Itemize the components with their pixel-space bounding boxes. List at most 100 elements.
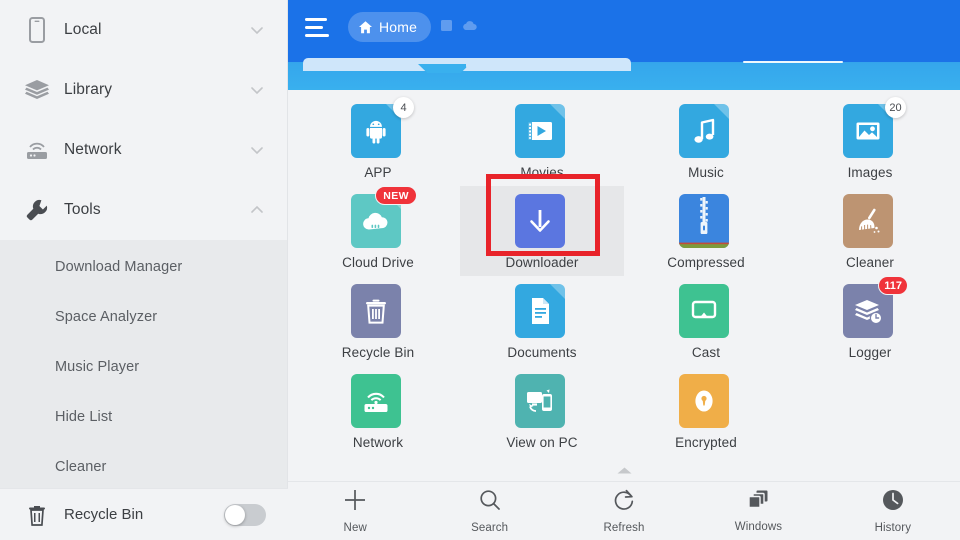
badge-count: 117 [878, 276, 908, 295]
storage-card-notch-2 [466, 58, 516, 71]
grid-item-label: Downloader [505, 255, 579, 270]
music-note-icon [679, 104, 729, 158]
grid-item-music[interactable]: Music [624, 96, 788, 186]
grid-item-label: Recycle Bin [341, 345, 415, 360]
tile-wrap [515, 374, 569, 428]
chevron-down-icon[interactable] [249, 22, 265, 38]
tile-wrap [515, 104, 569, 158]
sidebar-recycle-bin-row[interactable]: Recycle Bin [0, 488, 288, 540]
shortcut-grid: 4 APP Movies Music 20 Images NEW Cloud D… [288, 96, 960, 456]
sidebar: Local Library Network Tools Download Man… [0, 0, 288, 540]
grid-item-compressed[interactable]: Compressed [624, 186, 788, 276]
recycle-bin-toggle[interactable] [224, 503, 266, 526]
hamburger-icon[interactable] [302, 10, 336, 44]
grid-item-label: Music [688, 165, 724, 180]
toolbar-label: History [874, 522, 912, 534]
trash-icon [351, 284, 401, 338]
toggle-knob [225, 504, 245, 525]
chevron-down-icon[interactable] [249, 82, 265, 98]
grid-item-label: Documents [507, 345, 577, 360]
grid-item-label: APP [364, 165, 392, 180]
sidebar-group-tools[interactable]: Tools [0, 180, 287, 240]
toolbar-label: Search [471, 522, 509, 534]
clock-icon [881, 488, 905, 517]
main-panel: Home 4 APP Movies Music 20 Images NEW Cl… [288, 0, 960, 540]
sidebar-recycle-bin-label: Recycle Bin [64, 506, 144, 523]
tile-wrap: 117 [843, 276, 908, 338]
toolbar-label: Windows [734, 521, 783, 533]
wrench-icon [22, 195, 52, 225]
sidebar-group-label: Tools [64, 201, 101, 218]
pc-sync-icon [515, 374, 565, 428]
toolbar-windows[interactable]: Windows [691, 489, 825, 533]
tag-icon[interactable] [441, 18, 454, 36]
home-icon [358, 20, 373, 35]
grid-item-label: Network [352, 435, 404, 450]
sidebar-group-library[interactable]: Library [0, 60, 287, 120]
grid-item-view-on-pc[interactable]: View on PC [460, 366, 624, 456]
download-icon [515, 194, 565, 248]
toolbar-history[interactable]: History [826, 488, 960, 534]
grid-item-label: Encrypted [675, 435, 737, 450]
sidebar-item-cleaner[interactable]: Cleaner [0, 442, 287, 492]
breadcrumb-label: Home [379, 19, 418, 35]
chevron-down-icon[interactable] [249, 142, 265, 158]
grid-item-app[interactable]: 4 APP [296, 96, 460, 186]
plus-icon [343, 488, 367, 517]
chevron-up-icon [616, 462, 633, 480]
storage-summary-band [288, 54, 960, 90]
lock-icon [679, 374, 729, 428]
sidebar-item-download-manager[interactable]: Download Manager [0, 242, 287, 292]
cloud-icon[interactable] [463, 18, 477, 36]
grid-item-cloud-drive[interactable]: NEW Cloud Drive [296, 186, 460, 276]
grid-item-label: Cloud Drive [342, 255, 414, 270]
grid-item-label: Cast [691, 345, 721, 360]
grid-item-downloader[interactable]: Downloader [460, 186, 624, 276]
sidebar-group-network[interactable]: Network [0, 120, 287, 180]
toolbar-label: New [343, 522, 367, 534]
cast-icon [679, 284, 729, 338]
collapse-handle[interactable] [288, 460, 960, 482]
broom-icon [843, 194, 893, 248]
grid-item-label: Logger [848, 345, 892, 360]
badge-count: 4 [393, 97, 414, 118]
storage-divider-line [743, 61, 843, 63]
tile-wrap: NEW [351, 186, 417, 248]
grid-item-cast[interactable]: Cast [624, 276, 788, 366]
video-icon [515, 104, 565, 158]
shortcut-grid-area: 4 APP Movies Music 20 Images NEW Cloud D… [288, 90, 960, 460]
breadcrumb-extra-icons [441, 18, 477, 36]
toolbar-search[interactable]: Search [422, 488, 556, 534]
toolbar-label: Refresh [603, 522, 645, 534]
tile-wrap: 4 [351, 97, 414, 158]
sidebar-item-hide-list[interactable]: Hide List [0, 392, 287, 442]
toolbar-new[interactable]: New [288, 488, 422, 534]
grid-item-cleaner[interactable]: Cleaner [788, 186, 952, 276]
badge-new: NEW [375, 186, 417, 205]
grid-item-encrypted[interactable]: Encrypted [624, 366, 788, 456]
toolbar-refresh[interactable]: Refresh [557, 488, 691, 534]
sidebar-item-music-player[interactable]: Music Player [0, 342, 287, 392]
storage-card-notch [418, 64, 470, 73]
grid-item-movies[interactable]: Movies [460, 96, 624, 186]
file-manager-app: Local Library Network Tools Download Man… [0, 0, 960, 540]
tile-wrap [679, 374, 733, 428]
breadcrumb-home[interactable]: Home [348, 12, 432, 42]
grid-item-documents[interactable]: Documents [460, 276, 624, 366]
router-icon [351, 374, 401, 428]
sidebar-group-label: Network [64, 141, 122, 158]
tile-wrap [515, 284, 569, 338]
sidebar-group-local[interactable]: Local [0, 0, 287, 60]
sidebar-group-label: Library [64, 81, 113, 98]
phone-icon [22, 15, 52, 45]
grid-item-label: Compressed [667, 255, 745, 270]
layers-icon [22, 75, 52, 105]
grid-item-images[interactable]: 20 Images [788, 96, 952, 186]
sidebar-group-label: Local [64, 21, 102, 38]
grid-item-label: Images [847, 165, 893, 180]
chevron-up-icon[interactable] [249, 202, 265, 218]
grid-item-logger[interactable]: 117 Logger [788, 276, 952, 366]
grid-item-network[interactable]: Network [296, 366, 460, 456]
grid-item-recycle-bin[interactable]: Recycle Bin [296, 276, 460, 366]
sidebar-item-space-analyzer[interactable]: Space Analyzer [0, 292, 287, 342]
